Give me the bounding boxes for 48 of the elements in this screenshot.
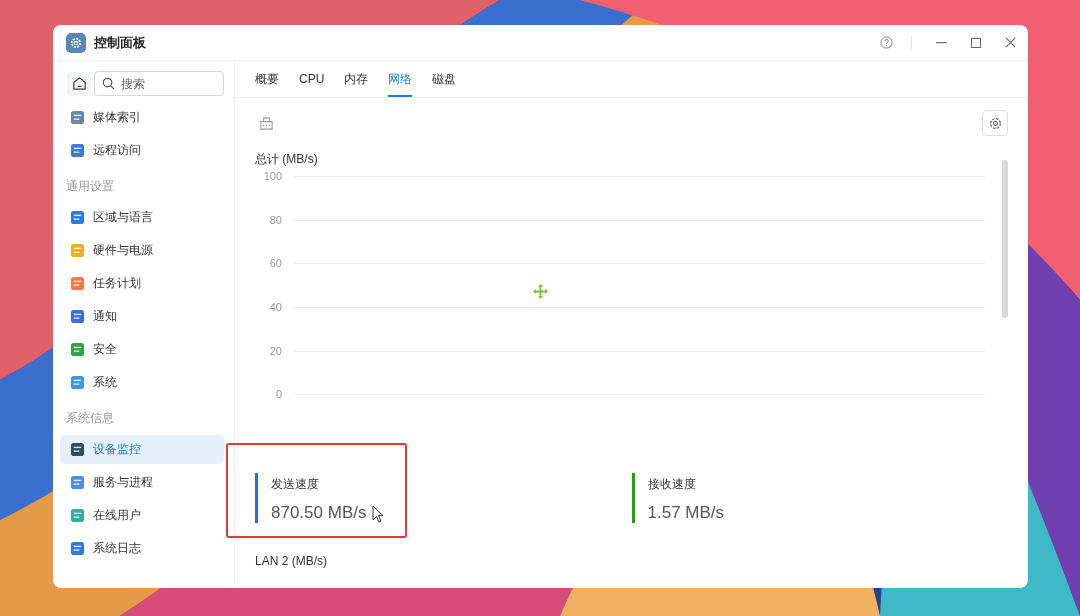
chart-title: 总计 (MB/s) xyxy=(255,151,319,168)
sidebar-item[interactable]: 任务计划 xyxy=(60,269,224,298)
stat-value: 1.57 MB/s xyxy=(647,503,725,523)
settings-button[interactable] xyxy=(982,110,1008,136)
axis-label: 40 xyxy=(268,301,282,313)
sidebar-item[interactable]: 设备监控 xyxy=(60,435,224,464)
sidebar-item[interactable]: 系统 xyxy=(60,368,224,397)
tab[interactable]: 内存 xyxy=(344,61,369,97)
network-icon[interactable] xyxy=(259,115,274,131)
home-icon xyxy=(71,76,87,91)
axis-label: 20 xyxy=(268,344,282,357)
mouse-cursor-icon xyxy=(372,505,384,523)
document-icon xyxy=(70,110,85,125)
search-field[interactable]: 搜索 xyxy=(94,71,224,96)
close-icon[interactable] xyxy=(1005,37,1016,48)
maximize-icon[interactable] xyxy=(971,37,981,48)
search-icon xyxy=(102,77,115,90)
sidebar-item[interactable]: 在线用户 xyxy=(60,501,224,530)
chart-title: LAN 2 (MB/s) xyxy=(255,554,328,568)
sidebar-item[interactable]: 服务与进程 xyxy=(60,468,224,497)
sidebar-item[interactable]: 安全 xyxy=(60,335,224,364)
minimize-icon[interactable] xyxy=(936,41,947,44)
window-title: 控制面板 xyxy=(94,33,146,52)
sidebar-item[interactable]: 系统日志 xyxy=(60,534,224,563)
sidebar-item[interactable]: 通知 xyxy=(60,302,224,331)
section-header: 系统信息 xyxy=(65,411,115,426)
sidebar-item[interactable]: 硬件与电源 xyxy=(60,236,224,265)
help-icon[interactable] xyxy=(880,36,893,49)
section-header: 通用设置 xyxy=(65,179,115,194)
stat-label: 接收速度 xyxy=(647,477,697,492)
axis-label: 100 xyxy=(262,170,282,182)
sidebar-item[interactable]: 媒体索引 xyxy=(60,103,224,132)
axis-label: 80 xyxy=(268,213,282,226)
stat-label: 发送速度 xyxy=(271,477,320,492)
settings-icon xyxy=(66,32,86,53)
sidebar-item[interactable]: 区域与语言 xyxy=(60,203,224,232)
tab[interactable]: 概要 xyxy=(255,61,279,97)
stat-value: 870.50 MB/s xyxy=(271,503,367,523)
tab[interactable]: 网络 xyxy=(388,61,413,97)
tab[interactable]: CPU xyxy=(299,61,325,97)
gear-icon xyxy=(987,115,1003,131)
sidebar-item[interactable]: 远程访问 xyxy=(60,136,224,165)
axis-label: 60 xyxy=(268,257,282,270)
home-button[interactable] xyxy=(67,71,91,96)
axis-label: 0 xyxy=(274,388,282,401)
move-cursor-icon xyxy=(533,284,548,299)
tab[interactable]: 磁盘 xyxy=(432,61,457,97)
scrollbar[interactable] xyxy=(1002,160,1008,318)
